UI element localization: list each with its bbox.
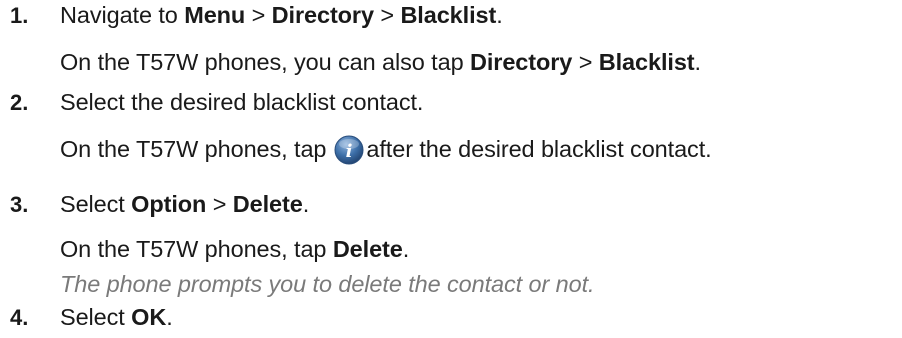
step-1-menu: Menu	[184, 2, 246, 28]
instruction-list: 1. Navigate to Menu > Directory > Blackl…	[0, 0, 902, 338]
step-2-number: 2.	[10, 90, 29, 115]
step-1-sub-suffix: .	[694, 49, 702, 75]
step-1-main: Navigate to Menu > Directory > Blacklist…	[60, 0, 503, 30]
step-3-sub: On the T57W phones, tap Delete.	[60, 234, 409, 264]
step-2-sub: On the T57W phones, tap i after the desi…	[60, 134, 712, 165]
step-4-number: 4.	[10, 305, 29, 330]
step-2-sub-suffix: after the desired blacklist contact.	[366, 136, 712, 162]
step-4-main-prefix: Select	[60, 304, 132, 330]
step-1-blacklist: Blacklist	[400, 2, 497, 28]
step-3-number: 3.	[10, 192, 29, 217]
step-4-suffix: .	[166, 304, 173, 330]
step-1-suffix: .	[496, 2, 503, 28]
step-3-note: The phone prompts you to delete the cont…	[60, 271, 595, 297]
step-1-number: 1.	[10, 3, 29, 28]
step-3-sub-delete: Delete	[332, 236, 403, 262]
svg-text:i: i	[346, 141, 353, 162]
step-3-sub-prefix: On the T57W phones, tap	[60, 236, 333, 262]
step-3-sub-suffix: .	[402, 236, 410, 262]
step-4-ok: OK	[131, 304, 167, 330]
step-3-suffix: .	[302, 191, 310, 217]
step-3-sep: >	[206, 191, 233, 217]
step-1-sub: On the T57W phones, you can also tap Dir…	[60, 47, 701, 77]
step-1-sub-blacklist: Blacklist	[598, 49, 695, 75]
step-1-directory: Directory	[271, 2, 374, 28]
step-1-sep1: >	[245, 2, 272, 28]
step-2-main: Select the desired blacklist contact.	[60, 89, 424, 115]
step-2-sub-prefix: On the T57W phones, tap	[60, 136, 327, 162]
info-icon: i	[334, 135, 364, 165]
step-3-main: Select Option > Delete.	[60, 189, 309, 219]
step-3-delete: Delete	[232, 191, 303, 217]
step-3-option: Option	[131, 191, 207, 217]
step-1-sub-sep: >	[572, 49, 599, 75]
step-4-main: Select OK.	[60, 302, 173, 332]
step-1-sub-directory: Directory	[469, 49, 573, 75]
step-1-sub-prefix: On the T57W phones, you can also tap	[60, 49, 470, 75]
step-1-sep2: >	[373, 2, 401, 28]
step-1-main-prefix: Navigate to	[60, 2, 185, 28]
step-3-main-prefix: Select	[60, 191, 132, 217]
